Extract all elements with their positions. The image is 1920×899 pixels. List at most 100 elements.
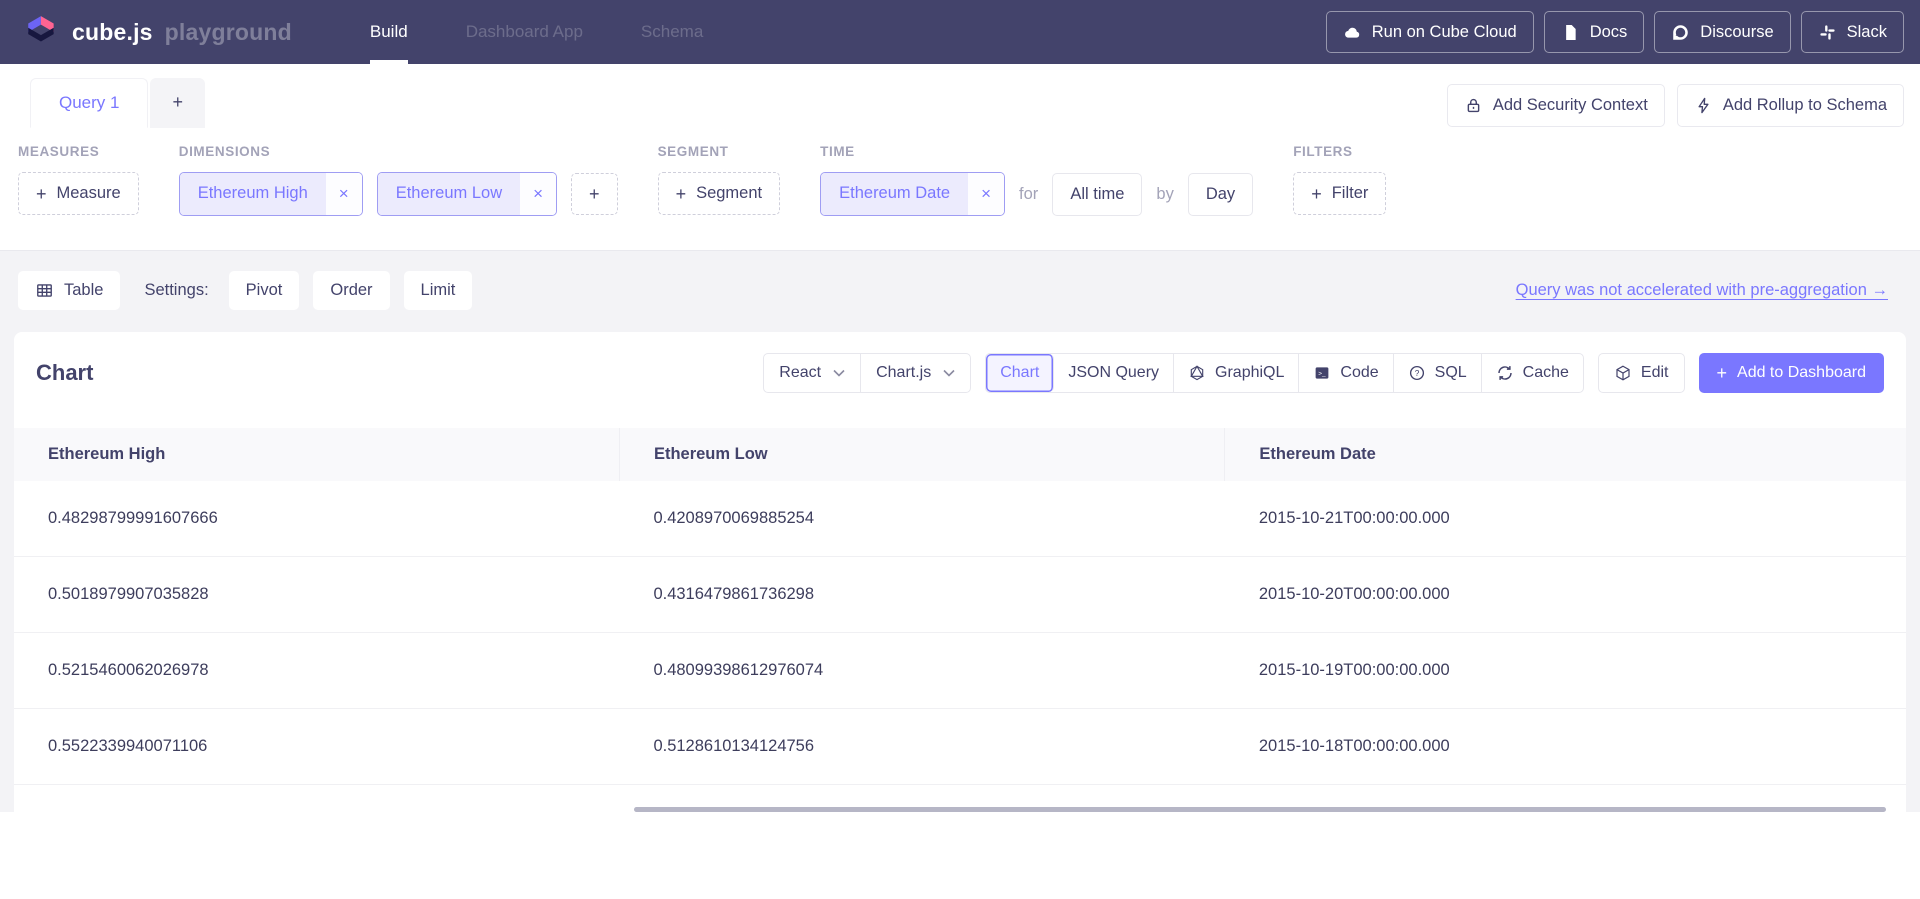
limit-button[interactable]: Limit [404, 271, 473, 310]
nav-tabs: Build Dashboard App Schema [370, 0, 703, 64]
dimension-chip-ethereum-high[interactable]: Ethereum High × [179, 172, 363, 216]
bolt-icon [1694, 96, 1713, 115]
chevron-down-icon [943, 369, 955, 377]
column-header-ethereum-low: Ethereum Low [619, 428, 1224, 481]
tab-graphiql[interactable]: GraphiQL [1174, 354, 1299, 392]
tab-chart[interactable]: Chart [986, 354, 1054, 392]
cell-date: 2015-10-19T00:00:00.000 [1225, 633, 1906, 709]
tab-code-label: Code [1340, 364, 1378, 382]
granularity-select[interactable]: Day [1188, 173, 1253, 216]
discourse-button[interactable]: Discourse [1654, 11, 1790, 53]
table-grid-icon [35, 281, 54, 300]
filters-label: FILTERS [1293, 144, 1386, 159]
query-row-actions: Add Security Context Add Rollup to Schem… [1447, 84, 1904, 127]
add-measure-button[interactable]: + Measure [18, 172, 139, 215]
add-segment-button[interactable]: + Segment [658, 172, 781, 215]
segment-group: SEGMENT + Segment [658, 144, 781, 216]
slack-button[interactable]: Slack [1801, 11, 1904, 53]
time-chip-label: Ethereum Date [821, 173, 968, 215]
question-circle-icon: ? [1408, 364, 1426, 382]
results-table: Ethereum High Ethereum Low Ethereum Date… [14, 428, 1906, 812]
plus-icon: + [36, 185, 47, 203]
tab-cache-label: Cache [1523, 364, 1569, 382]
chart-controls: React Chart.js Chart JSON Query [763, 353, 1884, 393]
docs-icon [1561, 23, 1580, 42]
filters-group: FILTERS + Filter [1293, 144, 1386, 216]
cloud-icon [1343, 23, 1362, 42]
add-rollup-to-schema-button[interactable]: Add Rollup to Schema [1677, 84, 1904, 127]
docs-button[interactable]: Docs [1544, 11, 1645, 53]
plus-icon: + [676, 185, 687, 203]
navbar: cube.js playground Build Dashboard App S… [0, 0, 1920, 64]
time-chip-ethereum-date[interactable]: Ethereum Date × [820, 172, 1005, 216]
horizontal-scrollbar[interactable] [634, 807, 1886, 812]
dimensions-label: DIMENSIONS [179, 144, 618, 159]
library-select[interactable]: Chart.js [860, 354, 970, 392]
add-measure-label: Measure [57, 184, 121, 203]
add-security-context-label: Add Security Context [1493, 96, 1648, 115]
run-on-cube-cloud-button[interactable]: Run on Cube Cloud [1326, 11, 1534, 53]
slack-label: Slack [1847, 23, 1887, 42]
add-filter-label: Filter [1332, 184, 1369, 203]
svg-text:>_: >_ [1319, 371, 1327, 378]
date-range-select[interactable]: All time [1052, 173, 1142, 216]
table-view-button[interactable]: Table [18, 271, 120, 310]
remove-dimension-icon[interactable]: × [326, 173, 362, 215]
cell-high: 0.5018979907035828 [14, 557, 619, 633]
tab-cache[interactable]: Cache [1482, 354, 1583, 392]
add-dimension-button[interactable]: + [571, 173, 618, 215]
measures-group: MEASURES + Measure [18, 144, 139, 216]
tab-sql[interactable]: ? SQL [1394, 354, 1482, 392]
query-tab-1[interactable]: Query 1 [30, 78, 148, 128]
add-to-dashboard-button[interactable]: + Add to Dashboard [1699, 353, 1885, 393]
remove-time-icon[interactable]: × [968, 173, 1004, 215]
pivot-button[interactable]: Pivot [229, 271, 300, 310]
chart-title: Chart [36, 360, 93, 386]
library-select-value: Chart.js [876, 364, 931, 382]
plus-icon: + [1717, 364, 1728, 382]
time-group: TIME Ethereum Date × for All time by Day [820, 144, 1253, 216]
discourse-icon [1671, 23, 1690, 42]
chart-card: Chart React Chart.js Chart JSON Query [14, 332, 1906, 812]
order-button[interactable]: Order [313, 271, 389, 310]
nav-tab-dashboard-app[interactable]: Dashboard App [466, 0, 583, 64]
tab-json-query[interactable]: JSON Query [1054, 354, 1174, 392]
plus-icon: + [589, 185, 600, 203]
view-mode-tabs: Chart JSON Query GraphiQL >_ [985, 353, 1584, 393]
table-header-row: Ethereum High Ethereum Low Ethereum Date [14, 428, 1906, 481]
cell-date: 2015-10-21T00:00:00.000 [1225, 481, 1906, 557]
tab-code[interactable]: >_ Code [1299, 354, 1393, 392]
nav-tab-build[interactable]: Build [370, 0, 408, 64]
remove-dimension-icon[interactable]: × [520, 173, 556, 215]
query-builder: MEASURES + Measure DIMENSIONS Ethereum H… [0, 128, 1920, 250]
chevron-down-icon [833, 369, 845, 377]
graphql-icon [1188, 364, 1206, 382]
add-security-context-button[interactable]: Add Security Context [1447, 84, 1665, 127]
framework-select[interactable]: React [764, 354, 860, 392]
add-filter-button[interactable]: + Filter [1293, 172, 1386, 215]
svg-text:?: ? [1414, 369, 1419, 378]
logo-text-secondary: playground [165, 19, 292, 46]
run-on-cube-cloud-label: Run on Cube Cloud [1372, 23, 1517, 42]
cell-date: 2015-10-18T00:00:00.000 [1225, 709, 1906, 785]
nav-tab-schema[interactable]: Schema [641, 0, 703, 64]
dimension-chip-ethereum-low[interactable]: Ethereum Low × [377, 172, 557, 216]
tab-sql-label: SQL [1435, 364, 1467, 382]
cubejs-logo: cube.js playground [24, 0, 292, 64]
add-query-tab-button[interactable]: + [150, 78, 205, 128]
framework-select-value: React [779, 364, 821, 382]
add-to-dashboard-label: Add to Dashboard [1737, 364, 1866, 382]
table-row: 0.5522339940071106 0.5128610134124756 20… [14, 709, 1906, 785]
slack-icon [1818, 23, 1837, 42]
table-row: 0.48298799991607666 0.4208970069885254 2… [14, 481, 1906, 557]
by-label: by [1156, 185, 1173, 204]
results-area: Table Settings: Pivot Order Limit Query … [0, 250, 1920, 812]
edit-button[interactable]: Edit [1598, 353, 1685, 393]
cell-low: 0.4208970069885254 [619, 481, 1224, 557]
plus-icon: + [1311, 185, 1322, 203]
discourse-label: Discourse [1700, 23, 1773, 42]
preaggregation-link[interactable]: Query was not accelerated with pre-aggre… [1516, 281, 1888, 300]
table-view-label: Table [64, 281, 103, 300]
cell-date: 2015-10-20T00:00:00.000 [1225, 557, 1906, 633]
cell-high: 0.5215460062026978 [14, 633, 619, 709]
